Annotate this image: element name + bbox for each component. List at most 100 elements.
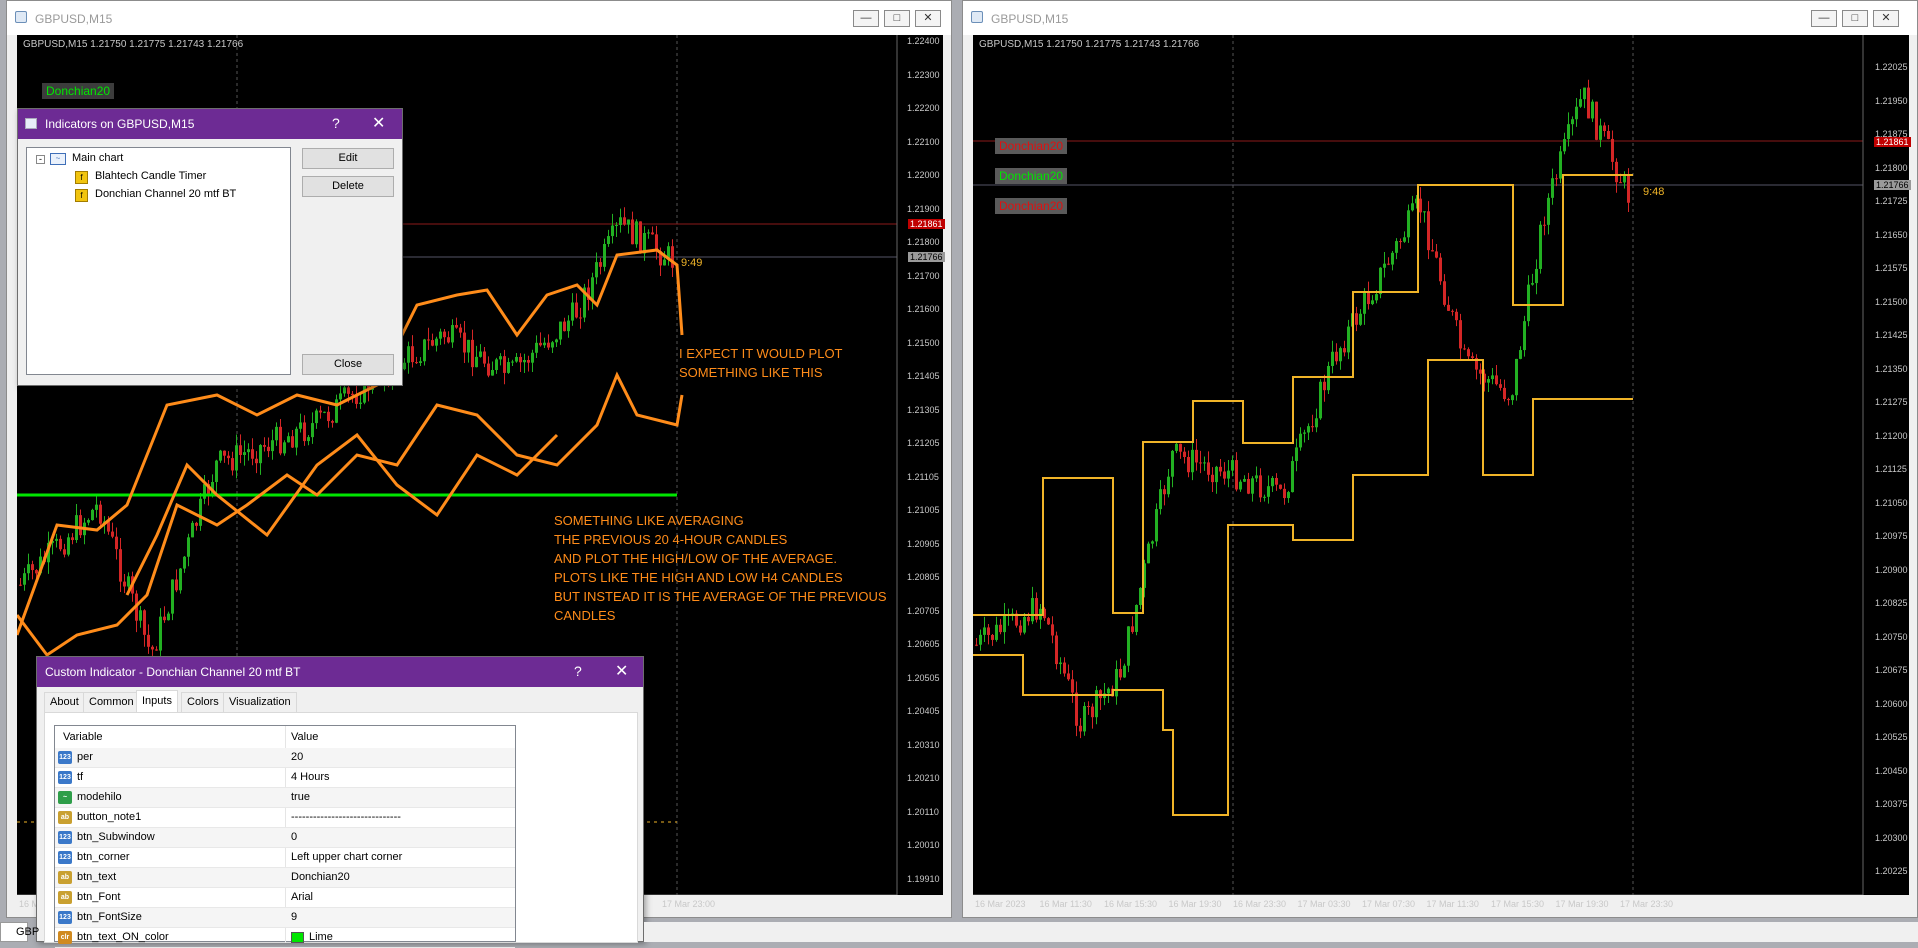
- candle-body: [1527, 284, 1530, 322]
- variable-value[interactable]: true: [291, 791, 310, 803]
- collapse-icon[interactable]: -: [36, 155, 45, 164]
- candle-body: [1091, 706, 1094, 718]
- close-dialog-button[interactable]: Close: [302, 354, 394, 375]
- tree-item-donchian[interactable]: Donchian Channel 20 mtf BT: [95, 188, 236, 200]
- candle-body: [35, 570, 38, 574]
- taskbar-item[interactable]: GBP: [0, 922, 39, 942]
- right-chart-canvas[interactable]: [973, 35, 1909, 895]
- candle-body: [1323, 381, 1326, 391]
- table-row[interactable]: 123 tf 4 Hours: [55, 768, 515, 788]
- candle-body: [71, 537, 74, 541]
- right-donchian-button-2[interactable]: Donchian20: [995, 168, 1068, 184]
- right-donchian-button-1[interactable]: Donchian20: [995, 138, 1068, 154]
- tree-root-label[interactable]: Main chart: [72, 152, 123, 164]
- candle-body: [555, 339, 558, 343]
- candle-body: [1343, 348, 1346, 353]
- variable-value[interactable]: Arial: [291, 891, 313, 903]
- table-row[interactable]: clr btn_text_ON_color Lime: [55, 928, 515, 948]
- candle-body: [1439, 257, 1442, 282]
- price-tick-label: 1.21800: [1875, 162, 1908, 173]
- maximize-button[interactable]: □: [1842, 10, 1868, 27]
- variable-value[interactable]: Lime: [309, 931, 333, 943]
- left-donchian-button[interactable]: Donchian20: [42, 83, 115, 99]
- tree-item-candle-timer[interactable]: Blahtech Candle Timer: [95, 170, 206, 182]
- candle-body: [311, 423, 314, 438]
- close-icon[interactable]: ✕: [372, 113, 385, 133]
- tab-about[interactable]: About: [44, 692, 85, 712]
- candle-body: [299, 422, 302, 429]
- candle-body: [615, 225, 618, 227]
- variable-value[interactable]: 9: [291, 911, 297, 923]
- indicator-tree[interactable]: - ~ Main chart f Blahtech Candle Timer f…: [26, 147, 291, 375]
- table-row[interactable]: 123 btn_Subwindow 0: [55, 828, 515, 848]
- candle-body: [223, 450, 226, 456]
- maximize-button[interactable]: □: [884, 10, 910, 27]
- candle-body: [1023, 616, 1026, 633]
- table-row[interactable]: ab button_note1 --------------------------…: [55, 808, 515, 828]
- custom-dialog-titlebar[interactable]: Custom Indicator - Donchian Channel 20 m…: [37, 657, 643, 687]
- inputs-grid[interactable]: Variable Value 123 per 20 123 tf 4 Hours ~ mode…: [54, 725, 516, 948]
- candle-body: [447, 337, 450, 343]
- price-tick-label: 1.20705: [907, 605, 940, 616]
- tab-colors[interactable]: Colors: [181, 692, 225, 712]
- indicators-dialog-icon: [25, 118, 37, 129]
- candle-body: [1355, 313, 1358, 325]
- help-icon[interactable]: ?: [332, 115, 340, 131]
- right-window-titlebar[interactable]: GBPUSD,M15 — □ ✕: [963, 1, 1917, 35]
- tab-common[interactable]: Common: [83, 692, 140, 712]
- close-icon[interactable]: ✕: [615, 661, 628, 681]
- variable-value[interactable]: 20: [291, 751, 303, 763]
- candle-body: [559, 321, 562, 340]
- variable-value[interactable]: 0: [291, 831, 297, 843]
- candle-body: [1471, 356, 1474, 358]
- donchian-upper-line: [973, 174, 1633, 616]
- candle-body: [335, 399, 338, 423]
- candle-body: [467, 339, 470, 353]
- candle-body: [1623, 175, 1626, 183]
- help-icon[interactable]: ?: [574, 663, 582, 679]
- candle-body: [55, 538, 58, 541]
- delete-button[interactable]: Delete: [302, 176, 394, 197]
- variable-value[interactable]: 4 Hours: [291, 771, 330, 783]
- table-row[interactable]: ~ modehilo true: [55, 788, 515, 808]
- donchian-lower-line: [973, 359, 1633, 816]
- candle-body: [23, 573, 26, 585]
- candle-body: [1551, 178, 1554, 198]
- candle-body: [1067, 673, 1070, 680]
- table-row[interactable]: ab btn_text Donchian20: [55, 868, 515, 888]
- right-donchian-button-3[interactable]: Donchian20: [995, 198, 1068, 214]
- edit-button[interactable]: Edit: [302, 148, 394, 169]
- tab-inputs[interactable]: Inputs: [136, 690, 178, 712]
- candle-body: [1339, 348, 1342, 362]
- column-value[interactable]: Value: [291, 731, 318, 743]
- column-variable[interactable]: Variable: [63, 731, 103, 743]
- candle-body: [1235, 460, 1238, 490]
- candle-body: [427, 339, 430, 341]
- table-row[interactable]: 123 per 20: [55, 748, 515, 768]
- close-button[interactable]: ✕: [915, 10, 941, 27]
- variable-value[interactable]: ------------------------------: [291, 811, 401, 823]
- minimize-button[interactable]: —: [853, 10, 879, 27]
- candle-body: [563, 321, 566, 332]
- indicators-dialog-titlebar[interactable]: Indicators on GBPUSD,M15 ? ✕: [18, 109, 402, 139]
- table-row[interactable]: 123 btn_FontSize 9: [55, 908, 515, 928]
- variable-value[interactable]: Donchian20: [291, 871, 350, 883]
- right-chart-window[interactable]: GBPUSD,M15 — □ ✕ GBPUSD,M15 1.21750 1.21…: [962, 0, 1918, 918]
- minimize-button[interactable]: —: [1811, 10, 1837, 27]
- tab-visualization[interactable]: Visualization: [223, 692, 297, 712]
- right-red-price-tag: 1.21861: [1874, 137, 1911, 147]
- candle-body: [539, 342, 542, 346]
- table-row[interactable]: 123 btn_corner Left upper chart corner: [55, 848, 515, 868]
- price-tick-label: 1.22100: [907, 136, 940, 147]
- variable-value[interactable]: Left upper chart corner: [291, 851, 402, 863]
- candle-body: [631, 219, 634, 245]
- indicators-dialog[interactable]: Indicators on GBPUSD,M15 ? ✕ - ~ Main ch…: [17, 108, 403, 386]
- right-price-chart[interactable]: GBPUSD,M15 1.21750 1.21775 1.21743 1.217…: [973, 35, 1911, 909]
- table-row[interactable]: ab btn_Font Arial: [55, 888, 515, 908]
- close-button[interactable]: ✕: [1873, 10, 1899, 27]
- candle-body: [1071, 679, 1074, 693]
- left-window-titlebar[interactable]: GBPUSD,M15 — □ ✕: [7, 1, 951, 35]
- candle-body: [359, 402, 362, 404]
- candle-body: [1151, 541, 1154, 544]
- candle-body: [1427, 211, 1430, 251]
